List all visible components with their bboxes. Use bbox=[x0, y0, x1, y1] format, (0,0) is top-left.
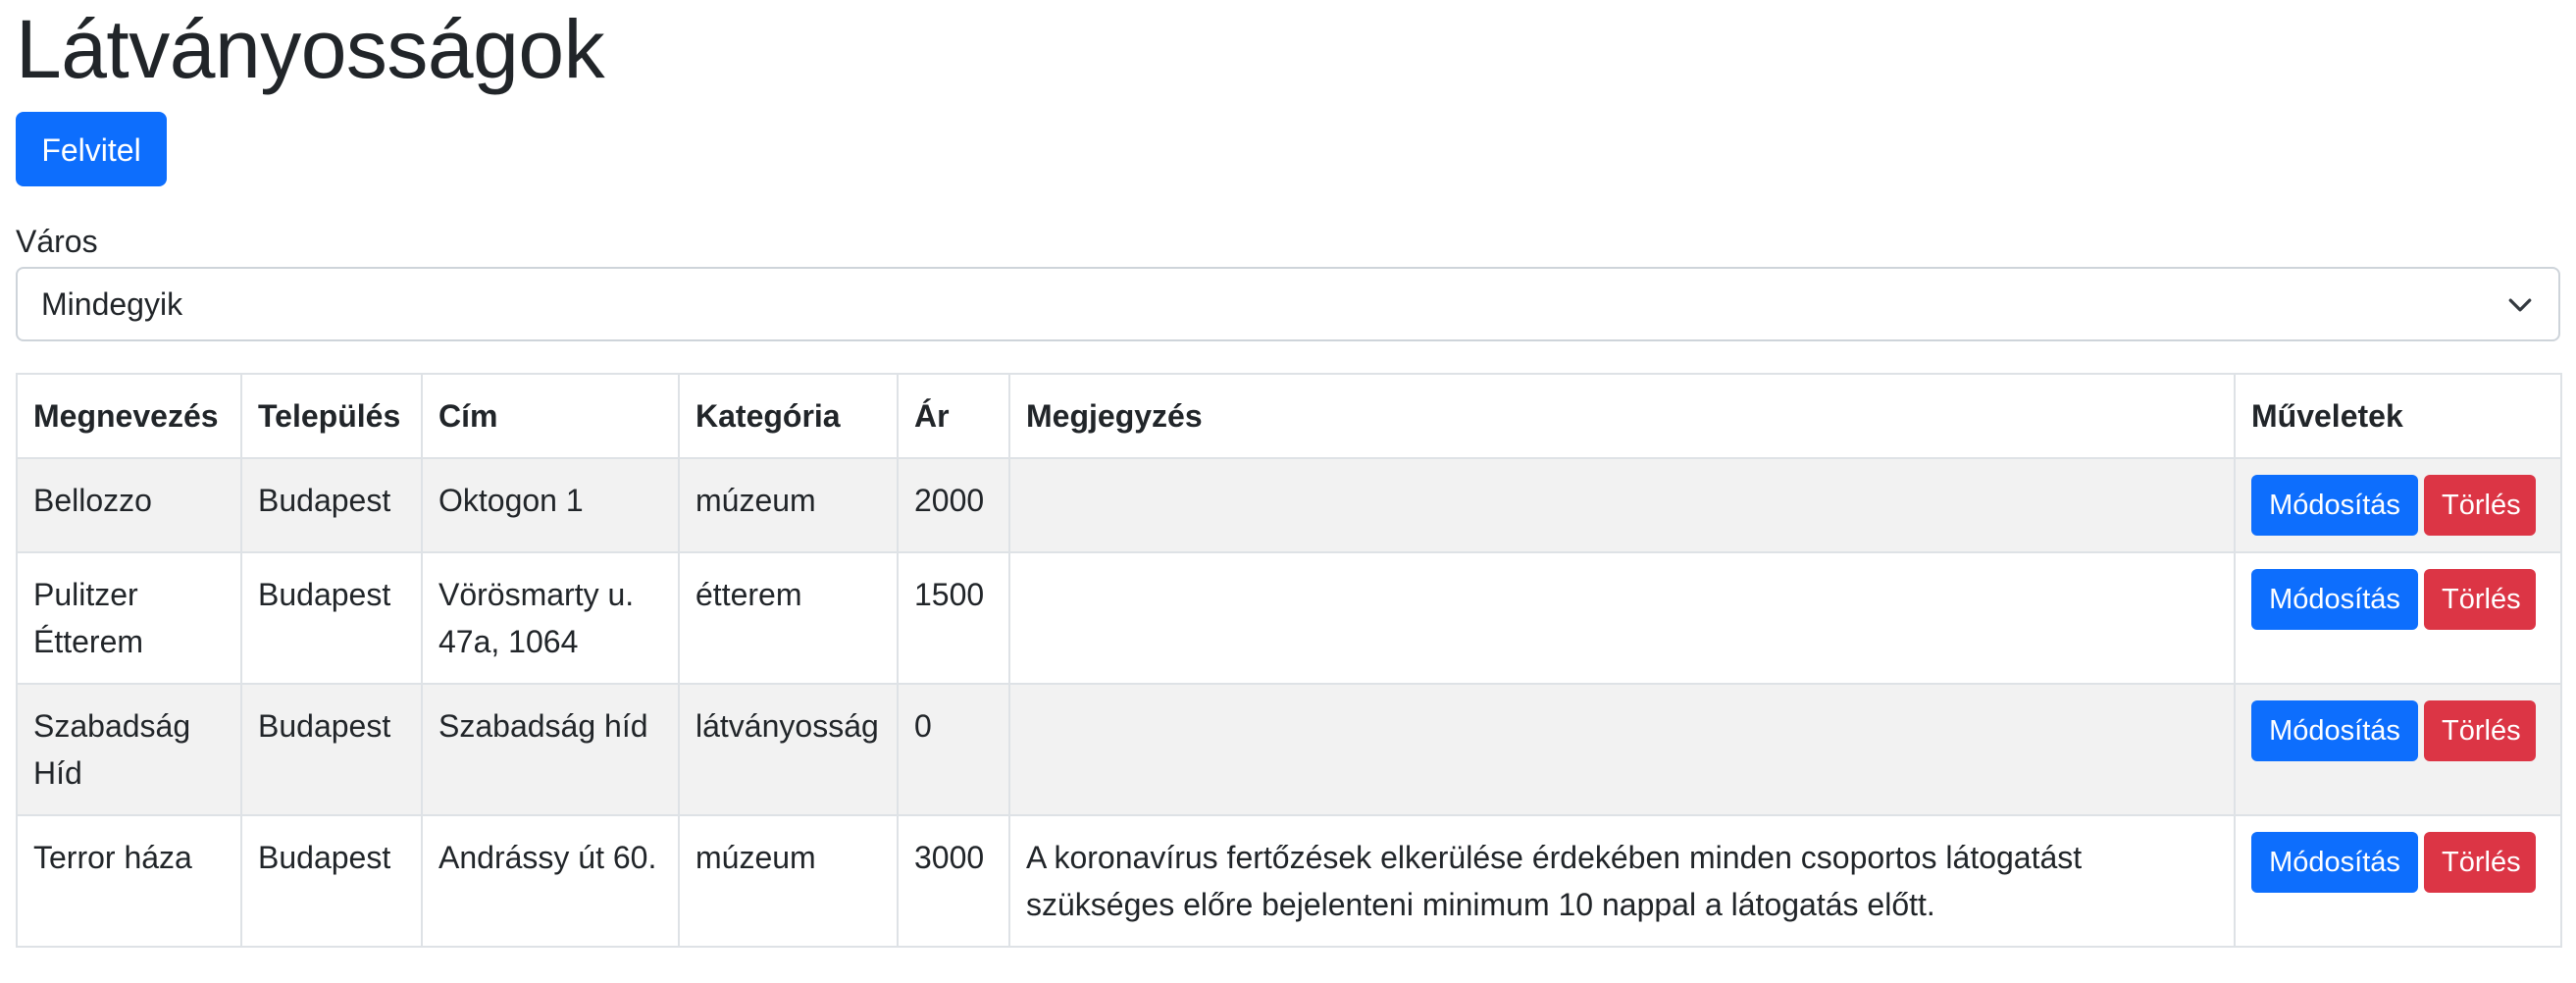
cell-note bbox=[1008, 457, 2236, 553]
table-header-row: Megnevezés Település Cím Kategória Ár Me… bbox=[16, 373, 2562, 459]
delete-button[interactable]: Törlés bbox=[2424, 569, 2536, 630]
table-row: Bellozzo Budapest Oktogon 1 múzeum 2000 … bbox=[16, 457, 2562, 553]
cell-name: Szabadság Híd bbox=[16, 683, 242, 816]
add-button[interactable]: Felvitel bbox=[16, 112, 167, 186]
cell-address: Oktogon 1 bbox=[421, 457, 680, 553]
cell-price: 2000 bbox=[897, 457, 1010, 553]
cell-actions: Módosítás Törlés bbox=[2234, 457, 2562, 553]
cell-address: Szabadság híd bbox=[421, 683, 680, 816]
cell-city: Budapest bbox=[240, 551, 423, 685]
cell-address: Andrássy út 60. bbox=[421, 814, 680, 948]
column-header-city: Település bbox=[240, 373, 423, 459]
page-title: Látványosságok bbox=[16, 3, 605, 95]
page: Látványosságok Felvitel Város Mindegyik … bbox=[0, 0, 2576, 983]
cell-price: 1500 bbox=[897, 551, 1010, 685]
attractions-table: Megnevezés Település Cím Kategória Ár Me… bbox=[16, 373, 2562, 948]
cell-note: A koronavírus fertőzések elkerülése érde… bbox=[1008, 814, 2236, 948]
cell-actions: Módosítás Törlés bbox=[2234, 683, 2562, 816]
column-header-price: Ár bbox=[897, 373, 1010, 459]
delete-button[interactable]: Törlés bbox=[2424, 700, 2536, 761]
cell-address: Vörösmarty u. 47a, 1064 bbox=[421, 551, 680, 685]
table-row: Terror háza Budapest Andrássy út 60. múz… bbox=[16, 814, 2562, 948]
city-filter-label: Város bbox=[16, 224, 98, 259]
delete-button[interactable]: Törlés bbox=[2424, 832, 2536, 893]
table-row: Pulitzer Étterem Budapest Vörösmarty u. … bbox=[16, 551, 2562, 685]
cell-note bbox=[1008, 683, 2236, 816]
table-row: Szabadság Híd Budapest Szabadság híd lát… bbox=[16, 683, 2562, 816]
cell-category: látványosság bbox=[678, 683, 899, 816]
cell-name: Terror háza bbox=[16, 814, 242, 948]
city-filter-select[interactable]: Mindegyik bbox=[16, 267, 2560, 341]
cell-city: Budapest bbox=[240, 683, 423, 816]
city-filter-value: Mindegyik bbox=[41, 286, 183, 322]
edit-button[interactable]: Módosítás bbox=[2251, 700, 2418, 761]
cell-name: Pulitzer Étterem bbox=[16, 551, 242, 685]
column-header-category: Kategória bbox=[678, 373, 899, 459]
cell-actions: Módosítás Törlés bbox=[2234, 814, 2562, 948]
delete-button[interactable]: Törlés bbox=[2424, 475, 2536, 536]
cell-price: 3000 bbox=[897, 814, 1010, 948]
edit-button[interactable]: Módosítás bbox=[2251, 832, 2418, 893]
column-header-name: Megnevezés bbox=[16, 373, 242, 459]
cell-category: múzeum bbox=[678, 814, 899, 948]
cell-price: 0 bbox=[897, 683, 1010, 816]
edit-button[interactable]: Módosítás bbox=[2251, 475, 2418, 536]
cell-category: múzeum bbox=[678, 457, 899, 553]
cell-category: étterem bbox=[678, 551, 899, 685]
cell-city: Budapest bbox=[240, 814, 423, 948]
column-header-address: Cím bbox=[421, 373, 680, 459]
cell-city: Budapest bbox=[240, 457, 423, 553]
cell-note bbox=[1008, 551, 2236, 685]
cell-name: Bellozzo bbox=[16, 457, 242, 553]
chevron-down-icon bbox=[2508, 298, 2532, 312]
column-header-note: Megjegyzés bbox=[1008, 373, 2236, 459]
cell-actions: Módosítás Törlés bbox=[2234, 551, 2562, 685]
edit-button[interactable]: Módosítás bbox=[2251, 569, 2418, 630]
column-header-actions: Műveletek bbox=[2234, 373, 2562, 459]
